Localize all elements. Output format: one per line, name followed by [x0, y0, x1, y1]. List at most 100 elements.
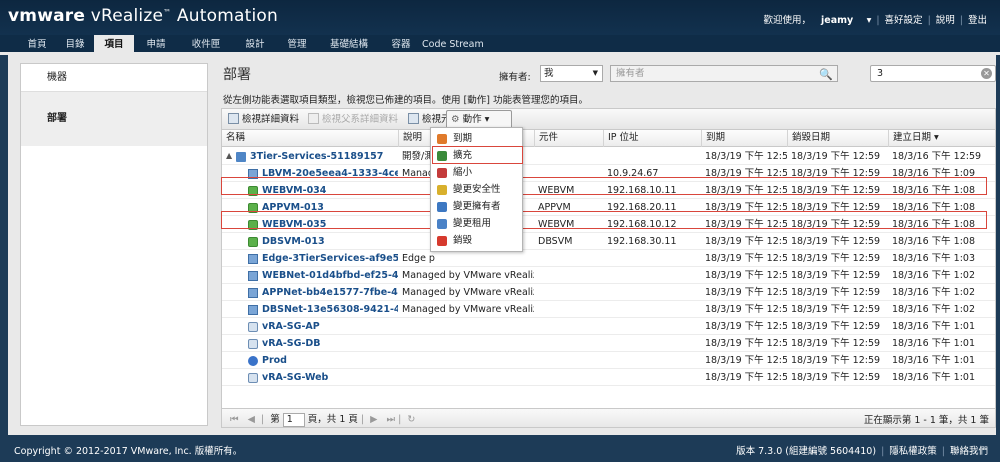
menu-item-users[interactable]: 變更擁有者 — [431, 198, 522, 216]
menu-item-shrink[interactable]: 縮小 — [431, 164, 522, 182]
table-row[interactable]: vRA-SG-DB 18/3/19 下午 12:59 18/3/19 下午 12:5… — [222, 335, 995, 352]
row-name-link[interactable]: LBVM-20e5eea4-1333-4ceb-92e — [262, 168, 398, 179]
lease-icon — [437, 219, 447, 229]
table-row[interactable]: WEBVM-034 WEBVM 192.168.10.11 18/3/19 下午 12… — [222, 182, 995, 199]
column-expire[interactable]: 到期 — [701, 130, 787, 147]
row-name-link[interactable]: APPNet-bb4e1577-7fbe-40c0-96 — [262, 287, 398, 298]
menu-item-lease[interactable]: 變更租用 — [431, 215, 522, 233]
page-number-input[interactable]: 1 — [282, 413, 305, 427]
cell-component — [534, 165, 603, 182]
table-row[interactable]: vRA-SG-AP 18/3/19 下午 12:59 18/3/19 下午 12:5… — [222, 318, 995, 335]
row-name-link[interactable]: WEBVM-035 — [262, 219, 326, 230]
column-component[interactable]: 元件 — [534, 130, 603, 147]
table-row[interactable]: APPVM-013 APPVM 192.168.20.11 18/3/19 下午 12… — [222, 199, 995, 216]
details-icon — [228, 113, 239, 124]
table-row[interactable]: DBSNet-13e56308-9421-43f4-94 Managed by V… — [222, 301, 995, 318]
cell-ip — [603, 301, 701, 318]
next-page-icon[interactable]: ▶ — [370, 414, 377, 425]
sidebar-item-machines[interactable]: 機器 — [21, 64, 207, 92]
sidebar-item-deployments[interactable]: 部署 — [21, 92, 207, 146]
cell-expire: 18/3/19 下午 12:59 — [705, 372, 787, 383]
table-row[interactable]: LBVM-20e5eea4-1333-4ceb-92eManag10.9.24.… — [222, 165, 995, 182]
gear-icon: ⚙ — [451, 114, 460, 125]
tab-infrastructure[interactable]: 基礎結構 — [318, 35, 380, 55]
cell-destroy: 18/3/19 下午 12:59 — [791, 151, 881, 162]
cell-created: 18/3/16 下午 12:59 — [892, 151, 982, 162]
row-name-link[interactable]: DBSNet-13e56308-9421-43f4-94 — [262, 304, 398, 315]
menu-item-label: 變更擁有者 — [453, 201, 501, 212]
privacy-link[interactable]: 隱私權政策 — [889, 446, 937, 457]
cell-ip — [603, 250, 701, 267]
tab-administration[interactable]: 管理 — [276, 35, 318, 55]
preferences-link[interactable]: 喜好設定 — [880, 15, 928, 26]
cell-desc — [398, 335, 534, 352]
tab-requests[interactable]: 申請 — [134, 35, 178, 55]
row-name-link[interactable]: 3Tier-Services-51189157 — [250, 151, 383, 162]
table-row[interactable]: WEBNet-01d4bfbd-ef25-47cc-a Managed by VM… — [222, 267, 995, 284]
column-destroy-date[interactable]: 銷毀日期 — [787, 130, 888, 147]
column-ip-address[interactable]: IP 位址 — [603, 130, 701, 147]
table-row[interactable]: DBSVM-013 DBSVM 192.168.30.11 18/3/19 下午 12… — [222, 233, 995, 250]
table-row[interactable]: Prod 18/3/19 下午 12:59 18/3/19 下午 12:59 18/3… — [222, 352, 995, 369]
tab-catalog[interactable]: 目錄 — [56, 35, 94, 55]
row-name-link[interactable]: DBSVM-013 — [262, 236, 325, 247]
filter-input[interactable]: 3 ✕ — [870, 65, 996, 82]
cell-component — [534, 267, 603, 284]
cell-component — [534, 301, 603, 318]
owner-search-input[interactable]: 擁有者 🔍 — [610, 65, 838, 82]
cell-expire: 18/3/19 下午 12:59 — [705, 355, 787, 366]
tab-design[interactable]: 設計 — [234, 35, 276, 55]
table-row[interactable]: APPNet-bb4e1577-7fbe-40c0-96 Managed by V… — [222, 284, 995, 301]
grid-toolbar: 檢視詳細資料 檢視父系詳細資料 檢視元件 ⚙ 動作 ▾ — [222, 109, 995, 130]
row-name-link[interactable]: Prod — [262, 355, 287, 366]
table-row[interactable]: WEBVM-035 WEBVM 192.168.10.12 18/3/19 下午 12… — [222, 216, 995, 233]
cell-destroy: 18/3/19 下午 12:59 — [791, 270, 881, 281]
cell-created: 18/3/16 下午 1:01 — [892, 338, 975, 349]
view-parent-label: 檢視父系詳細資料 — [322, 114, 399, 125]
cell-component — [534, 250, 603, 267]
menu-item-destroy[interactable]: 銷毀 — [431, 232, 522, 250]
cell-destroy: 18/3/19 下午 12:59 — [791, 287, 881, 298]
vm-icon — [248, 237, 258, 247]
owner-select[interactable]: 我 ▼ — [540, 65, 603, 82]
row-name-link[interactable]: WEBVM-034 — [262, 185, 326, 196]
refresh-icon[interactable]: ↻ — [407, 414, 415, 425]
page-total: 頁，共 1 頁 — [307, 414, 358, 425]
user-menu[interactable]: jeamy ▾ — [816, 15, 876, 26]
contact-link[interactable]: 聯絡我們 — [950, 446, 988, 457]
row-name-link[interactable]: vRA-SG-AP — [262, 321, 320, 332]
column-name[interactable]: 名稱 — [222, 130, 398, 147]
chevron-down-icon[interactable]: ▾ — [862, 15, 877, 26]
row-name-link[interactable]: vRA-SG-DB — [262, 338, 321, 349]
column-header-row: 名稱 說明 元件 IP 位址 到期 銷毀日期 建立日期 ▾ — [222, 130, 995, 147]
view-parent-details-button[interactable]: 檢視父系詳細資料 — [308, 112, 398, 127]
tab-inbox[interactable]: 收件匣 — [178, 35, 234, 55]
search-icon[interactable]: 🔍 — [819, 67, 833, 82]
first-page-icon[interactable]: ⏮ — [230, 414, 239, 425]
cell-ip: 192.168.10.11 — [607, 185, 677, 196]
cell-component — [534, 352, 603, 369]
tab-code-stream[interactable]: Code Stream — [422, 35, 484, 55]
table-row[interactable]: Edge-3TierServices-af9e5f95-2t Edge p 18/3… — [222, 250, 995, 267]
user-name[interactable]: jeamy — [816, 15, 858, 26]
row-name-link[interactable]: Edge-3TierServices-af9e5f95-2t — [262, 253, 398, 264]
menu-item-shield[interactable]: 變更安全性 — [431, 181, 522, 199]
cell-desc — [398, 352, 534, 369]
table-row[interactable]: vRA-SG-Web 18/3/19 下午 12:59 18/3/19 下午 12:… — [222, 369, 995, 386]
tab-containers[interactable]: 容器 — [380, 35, 422, 55]
column-created-date[interactable]: 建立日期 ▾ — [888, 130, 995, 147]
row-name-link[interactable]: vRA-SG-Web — [262, 372, 328, 383]
row-name-link[interactable]: APPVM-013 — [262, 202, 324, 213]
last-page-icon[interactable]: ⏭ — [387, 414, 396, 425]
view-details-button[interactable]: 檢視詳細資料 — [228, 112, 299, 127]
logout-link[interactable]: 登出 — [963, 15, 992, 26]
clear-icon[interactable]: ✕ — [981, 68, 992, 79]
copyright: Copyright © 2012-2017 VMware, Inc. 版權所有。 — [14, 446, 243, 457]
row-name-link[interactable]: WEBNet-01d4bfbd-ef25-47cc-a — [262, 270, 398, 281]
tab-items[interactable]: 項目 — [94, 35, 134, 55]
help-link[interactable]: 說明 — [931, 15, 960, 26]
tab-home[interactable]: 首頁 — [18, 35, 56, 55]
prev-page-icon[interactable]: ◀ — [248, 414, 255, 425]
table-row[interactable]: ▲ 3Tier-Services-51189157 開發/測 18/3/19 下午 1… — [222, 148, 995, 165]
policy-icon — [248, 356, 258, 366]
